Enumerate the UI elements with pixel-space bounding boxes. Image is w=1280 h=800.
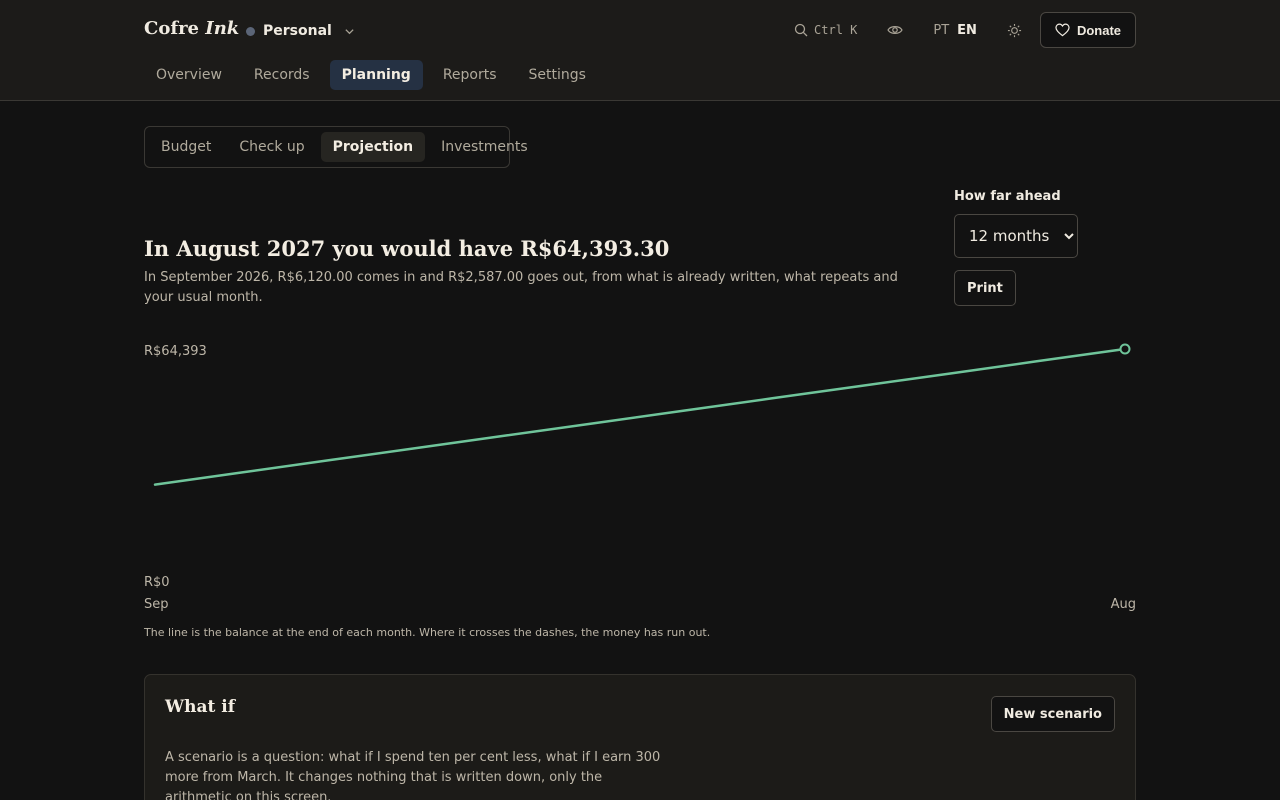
chart-note: The line is the balance at the end of ea… <box>144 626 711 639</box>
subtab-budget[interactable]: Budget <box>149 132 223 162</box>
subtab-projection[interactable]: Projection <box>320 132 426 162</box>
brand-name: Cofre <box>144 18 200 39</box>
tab-settings[interactable]: Settings <box>517 60 598 90</box>
horizon-label: How far ahead <box>954 189 1061 204</box>
donate-label: Donate <box>1076 22 1121 38</box>
header-tools: Ctrl K PT EN Donate <box>794 12 1136 48</box>
lang-pt-button[interactable]: PT <box>933 23 949 38</box>
x-axis-end-label: Aug <box>1111 597 1136 612</box>
what-if-panel: What if New scenario A scenario is a que… <box>144 674 1136 800</box>
workspace-color-dot <box>246 26 255 36</box>
search-button[interactable]: Ctrl K <box>794 23 857 37</box>
y-axis-bottom-label: R$0 <box>144 575 170 590</box>
lang-en-button[interactable]: EN <box>957 23 977 38</box>
what-if-title: What if <box>165 697 236 717</box>
planning-subnav: Budget Check up Projection Investments <box>144 126 528 168</box>
tab-overview[interactable]: Overview <box>144 60 234 90</box>
x-axis-start-label: Sep <box>144 597 169 612</box>
projection-headline: In August 2027 you would have R$64,393.3… <box>144 236 670 261</box>
workspace-switcher[interactable]: Personal <box>246 21 355 41</box>
eye-icon[interactable] <box>887 22 904 38</box>
tab-planning[interactable]: Planning <box>329 60 423 90</box>
horizon-select[interactable]: 12 months <box>954 214 1078 258</box>
main-nav: Overview Records Planning Reports Settin… <box>144 60 598 90</box>
tab-records[interactable]: Records <box>242 60 322 90</box>
tab-reports[interactable]: Reports <box>431 60 509 90</box>
y-axis-top-label: R$64,393 <box>144 344 207 359</box>
brand-logo[interactable]: Cofre Ink <box>144 18 239 39</box>
balance-line <box>153 347 1127 486</box>
language-switcher: PT EN <box>933 23 977 38</box>
sun-icon[interactable] <box>1007 23 1022 38</box>
search-shortcut: Ctrl K <box>814 23 858 37</box>
top-bar: Cofre Ink Personal Ctrl K PT EN Donate O… <box>0 0 1280 101</box>
projection-summary: In September 2026, R$6,120.00 comes in a… <box>144 270 898 305</box>
workspace-name: Personal <box>263 23 332 39</box>
subtab-check-up[interactable]: Check up <box>227 132 316 162</box>
brand-name-italic: Ink <box>205 18 240 39</box>
what-if-description: A scenario is a question: what if I spen… <box>165 750 661 800</box>
search-icon <box>794 23 808 37</box>
donate-button[interactable]: Donate <box>1039 12 1136 48</box>
print-button[interactable]: Print <box>954 270 1016 306</box>
chevron-down-icon <box>344 26 355 37</box>
subtab-investments[interactable]: Investments <box>429 132 540 162</box>
balance-end-point <box>1119 343 1131 355</box>
heart-icon <box>1055 23 1070 37</box>
new-scenario-button[interactable]: New scenario <box>990 696 1115 732</box>
